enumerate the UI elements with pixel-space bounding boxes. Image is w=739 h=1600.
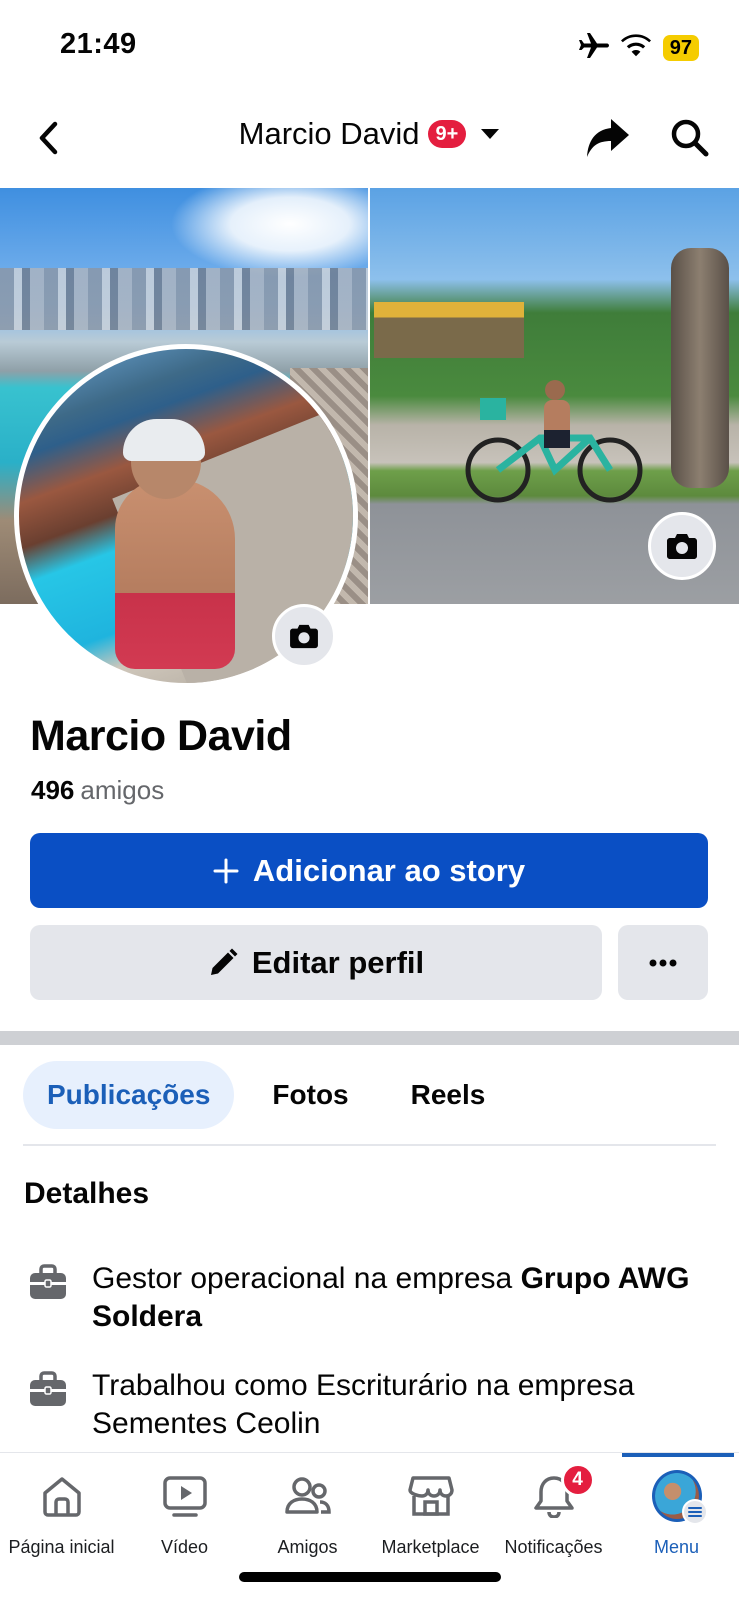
more-dots-icon [649, 959, 677, 966]
home-indicator [239, 1572, 501, 1582]
edit-profile-button[interactable]: Editar perfil [30, 925, 602, 1000]
nav-menu-label: Menu [653, 1537, 700, 1557]
video-icon [162, 1476, 207, 1517]
detail-job-text: Gestor operacional na empresa [92, 1262, 521, 1295]
nav-menu[interactable]: Menu [615, 1453, 738, 1573]
profile-name: Marcio David [30, 712, 292, 760]
plus-icon [213, 858, 239, 883]
share-button[interactable] [584, 114, 632, 162]
more-options-button[interactable] [618, 925, 708, 1000]
nav-notifications[interactable]: 4 Notificações [492, 1453, 615, 1573]
friends-count: 496 [31, 775, 75, 805]
edit-profile-label: Editar perfil [251, 944, 425, 980]
friends-link[interactable]: 496 amigos [31, 775, 164, 806]
hamburger-icon [681, 1499, 708, 1525]
profile-header: Marcio David 9+ [0, 100, 739, 176]
header-title: Marcio David [238, 116, 420, 151]
nav-home-label: Página inicial [8, 1537, 115, 1557]
friends-label: amigos [80, 775, 165, 805]
camera-icon [290, 624, 318, 649]
avatar-camera-button[interactable] [272, 604, 336, 668]
notifications-badge: 4 [560, 1463, 595, 1497]
home-icon [42, 1477, 81, 1517]
briefcase-icon [30, 1371, 66, 1406]
tab-fotos[interactable]: Fotos [248, 1061, 372, 1129]
nav-friends[interactable]: Amigos [246, 1453, 369, 1573]
detail-past-job-text: Trabalhou como Escriturário na empresa S… [92, 1369, 635, 1440]
details-heading: Detalhes [24, 1177, 150, 1210]
add-to-story-button[interactable]: Adicionar ao story [30, 833, 708, 908]
search-button[interactable] [668, 116, 712, 160]
nav-video[interactable]: Vídeo [123, 1453, 246, 1573]
add-to-story-label: Adicionar ao story [252, 852, 526, 888]
status-icons: 97 [578, 32, 699, 63]
status-bar: 21:49 97 [0, 0, 739, 92]
nav-notifications-label: Notificações [504, 1537, 603, 1557]
nav-home[interactable]: Página inicial [0, 1453, 123, 1573]
friends-icon [284, 1477, 331, 1514]
tab-reels[interactable]: Reels [387, 1061, 510, 1129]
status-time: 21:49 [60, 28, 137, 60]
nav-video-label: Vídeo [160, 1537, 209, 1557]
detail-item: Trabalhou como Escriturário na empresa S… [28, 1367, 718, 1443]
nav-marketplace[interactable]: Marketplace [369, 1453, 492, 1573]
caret-down-icon [481, 129, 500, 139]
tabs-divider [23, 1144, 716, 1146]
pencil-icon [210, 948, 238, 975]
tab-publicacoes[interactable]: Publicações [23, 1061, 235, 1129]
nav-marketplace-label: Marketplace [381, 1537, 480, 1557]
header-notification-pill: 9+ [427, 120, 467, 148]
detail-item: Gestor operacional na empresa Grupo AWG … [28, 1260, 718, 1336]
cover-camera-button[interactable] [648, 512, 716, 580]
wifi-icon [620, 33, 651, 62]
marketplace-icon [407, 1476, 454, 1516]
briefcase-icon [30, 1264, 66, 1299]
share-icon [587, 119, 629, 157]
battery-icon: 97 [662, 34, 699, 61]
camera-icon [667, 534, 697, 559]
section-divider [0, 1031, 739, 1045]
profile-tabs: Publicações Fotos Reels [23, 1061, 509, 1129]
nav-friends-label: Amigos [277, 1537, 338, 1557]
airplane-icon [578, 32, 609, 63]
search-icon [671, 119, 709, 157]
